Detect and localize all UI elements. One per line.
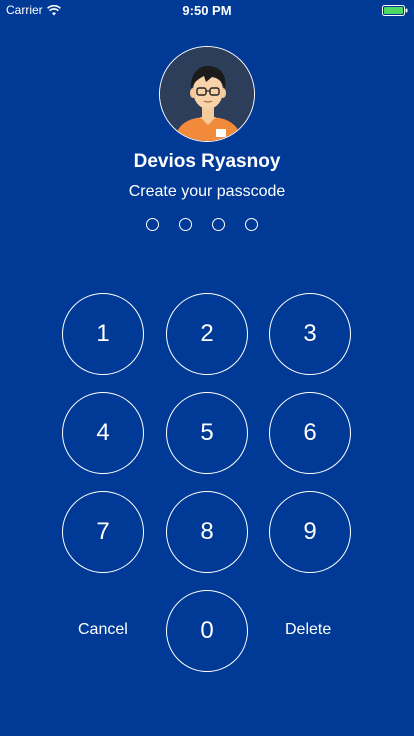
passcode-dot [179,218,192,231]
passcode-dot [212,218,225,231]
passcode-dot [146,218,159,231]
keypad-key-5[interactable]: 5 [166,392,248,474]
keypad-key-7[interactable]: 7 [62,491,144,573]
keypad-key-4[interactable]: 4 [62,392,144,474]
status-bar: Carrier 9:50 PM [0,0,414,20]
avatar [159,46,255,142]
keypad-key-9[interactable]: 9 [269,491,351,573]
status-time: 9:50 PM [182,3,232,18]
keypad-key-1[interactable]: 1 [62,293,144,375]
keypad-key-0[interactable]: 0 [166,590,248,672]
keypad-key-2[interactable]: 2 [166,293,248,375]
cancel-button[interactable]: Cancel [78,621,128,639]
passcode-indicator [146,218,258,231]
passcode-prompt: Create your passcode [128,183,286,200]
keypad-key-8[interactable]: 8 [166,491,248,573]
delete-button[interactable]: Delete [285,621,331,639]
avatar-illustration [160,47,254,141]
keypad-key-6[interactable]: 6 [269,392,351,474]
passcode-dot [245,218,258,231]
battery-icon [382,5,408,16]
keypad-key-3[interactable]: 3 [269,293,351,375]
user-name: Devios Ryasnoy [133,151,281,172]
